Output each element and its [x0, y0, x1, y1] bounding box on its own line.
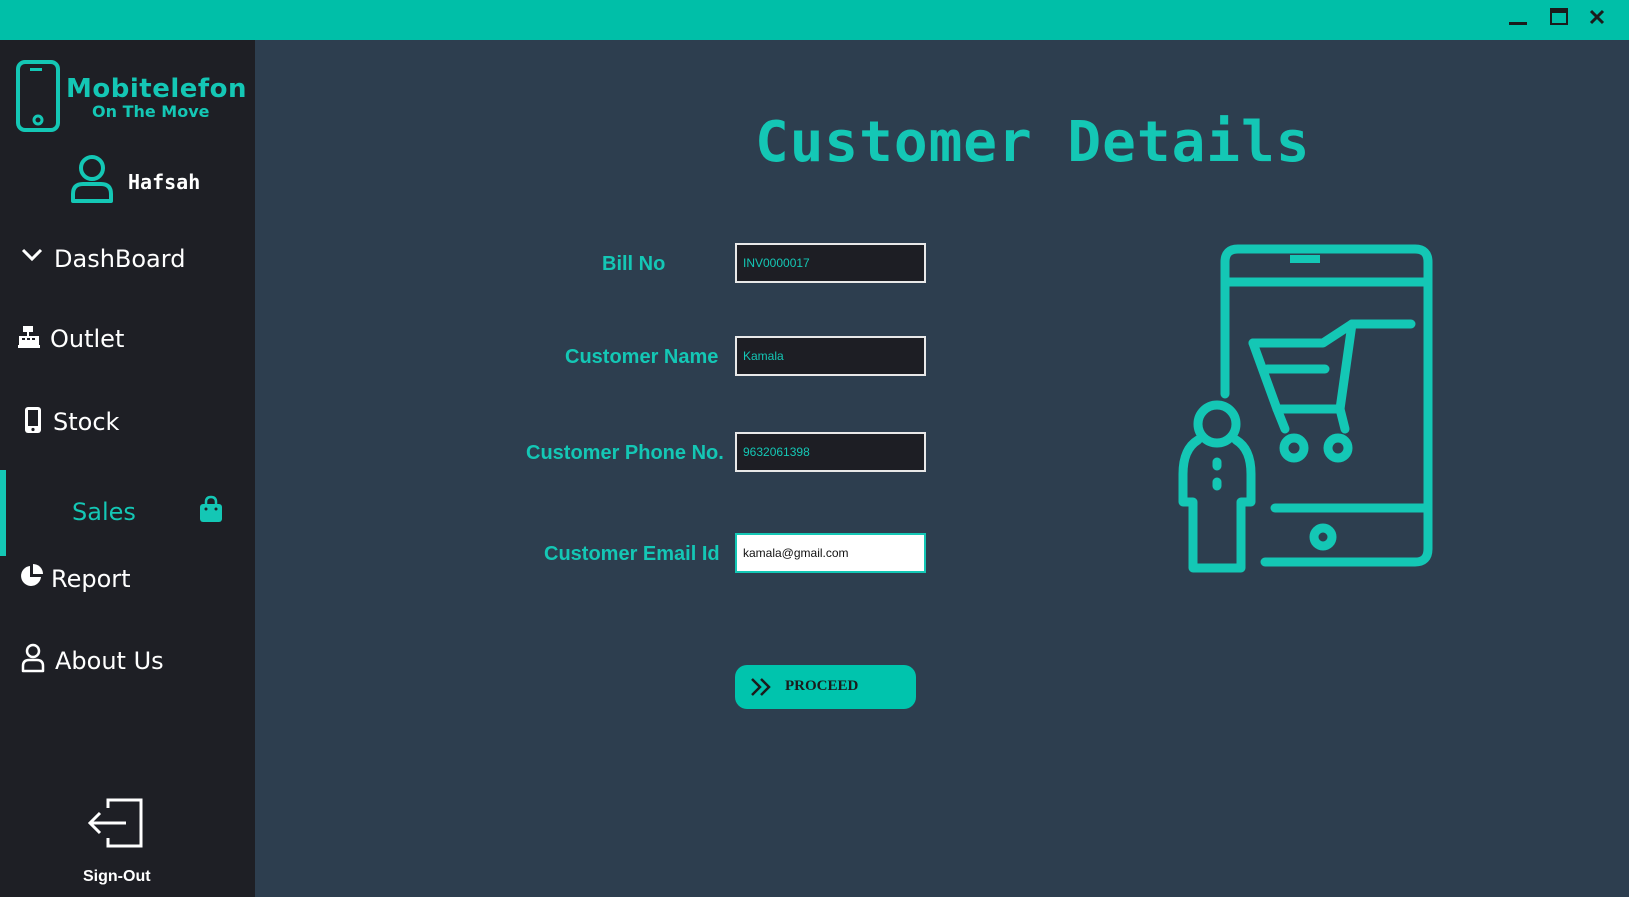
- maximize-button[interactable]: [1541, 2, 1577, 32]
- active-indicator: [0, 470, 6, 556]
- sidebar: Mobitelefon On The Move Hafsah DashBoard…: [0, 40, 255, 897]
- minimize-button[interactable]: [1500, 2, 1536, 32]
- pie-chart-icon: [21, 564, 43, 586]
- sidebar-item-outlet[interactable]: Outlet: [0, 315, 255, 375]
- bill-no-field[interactable]: [735, 243, 926, 283]
- sign-out-label: Sign-Out: [83, 868, 151, 885]
- sidebar-item-stock[interactable]: Stock: [0, 398, 255, 458]
- sidebar-item-label: Outlet: [50, 325, 125, 353]
- customer-phone-field[interactable]: [735, 432, 926, 472]
- phone-icon: [16, 60, 60, 132]
- close-button[interactable]: [1579, 2, 1615, 32]
- cash-register-icon: [18, 326, 40, 348]
- minimize-icon: [1509, 22, 1527, 25]
- sidebar-item-label: Stock: [53, 408, 120, 436]
- title-bar: [0, 0, 1629, 40]
- sidebar-item-label: Sales: [72, 498, 136, 526]
- close-icon: [1589, 9, 1605, 25]
- chevron-down-icon: [21, 248, 43, 262]
- sidebar-item-dashboard[interactable]: DashBoard: [0, 233, 255, 293]
- customer-name-field[interactable]: [735, 336, 926, 376]
- customer-phone-label: Customer Phone No.: [526, 442, 724, 464]
- mobile-shopping-illustration: [1178, 244, 1433, 573]
- sidebar-item-report[interactable]: Report: [0, 555, 255, 615]
- brand-name: Mobitelefon: [66, 74, 248, 104]
- user-icon: [71, 155, 113, 203]
- customer-email-label: Customer Email Id: [544, 543, 720, 565]
- sidebar-item-about-us[interactable]: About Us: [0, 637, 255, 697]
- shopping-bag-icon: [200, 495, 222, 522]
- sign-out-icon: [87, 798, 143, 848]
- user-icon: [21, 643, 45, 673]
- brand-tagline: On The Move: [92, 102, 210, 121]
- mobile-icon: [25, 407, 41, 433]
- customer-email-field[interactable]: [735, 533, 926, 573]
- sidebar-item-sales[interactable]: Sales: [0, 470, 255, 556]
- sidebar-item-label: DashBoard: [54, 245, 186, 273]
- user-name: Hafsah: [128, 170, 201, 194]
- maximize-icon: [1550, 8, 1568, 25]
- proceed-button[interactable]: PROCEED: [735, 665, 916, 709]
- bill-no-label: Bill No: [602, 253, 666, 275]
- page-title: Customer Details: [755, 110, 1311, 175]
- customer-name-label: Customer Name: [565, 346, 719, 368]
- sidebar-item-label: About Us: [55, 647, 164, 675]
- sidebar-item-label: Report: [51, 565, 131, 593]
- double-chevron-right-icon: [751, 678, 771, 696]
- proceed-label: PROCEED: [785, 678, 859, 694]
